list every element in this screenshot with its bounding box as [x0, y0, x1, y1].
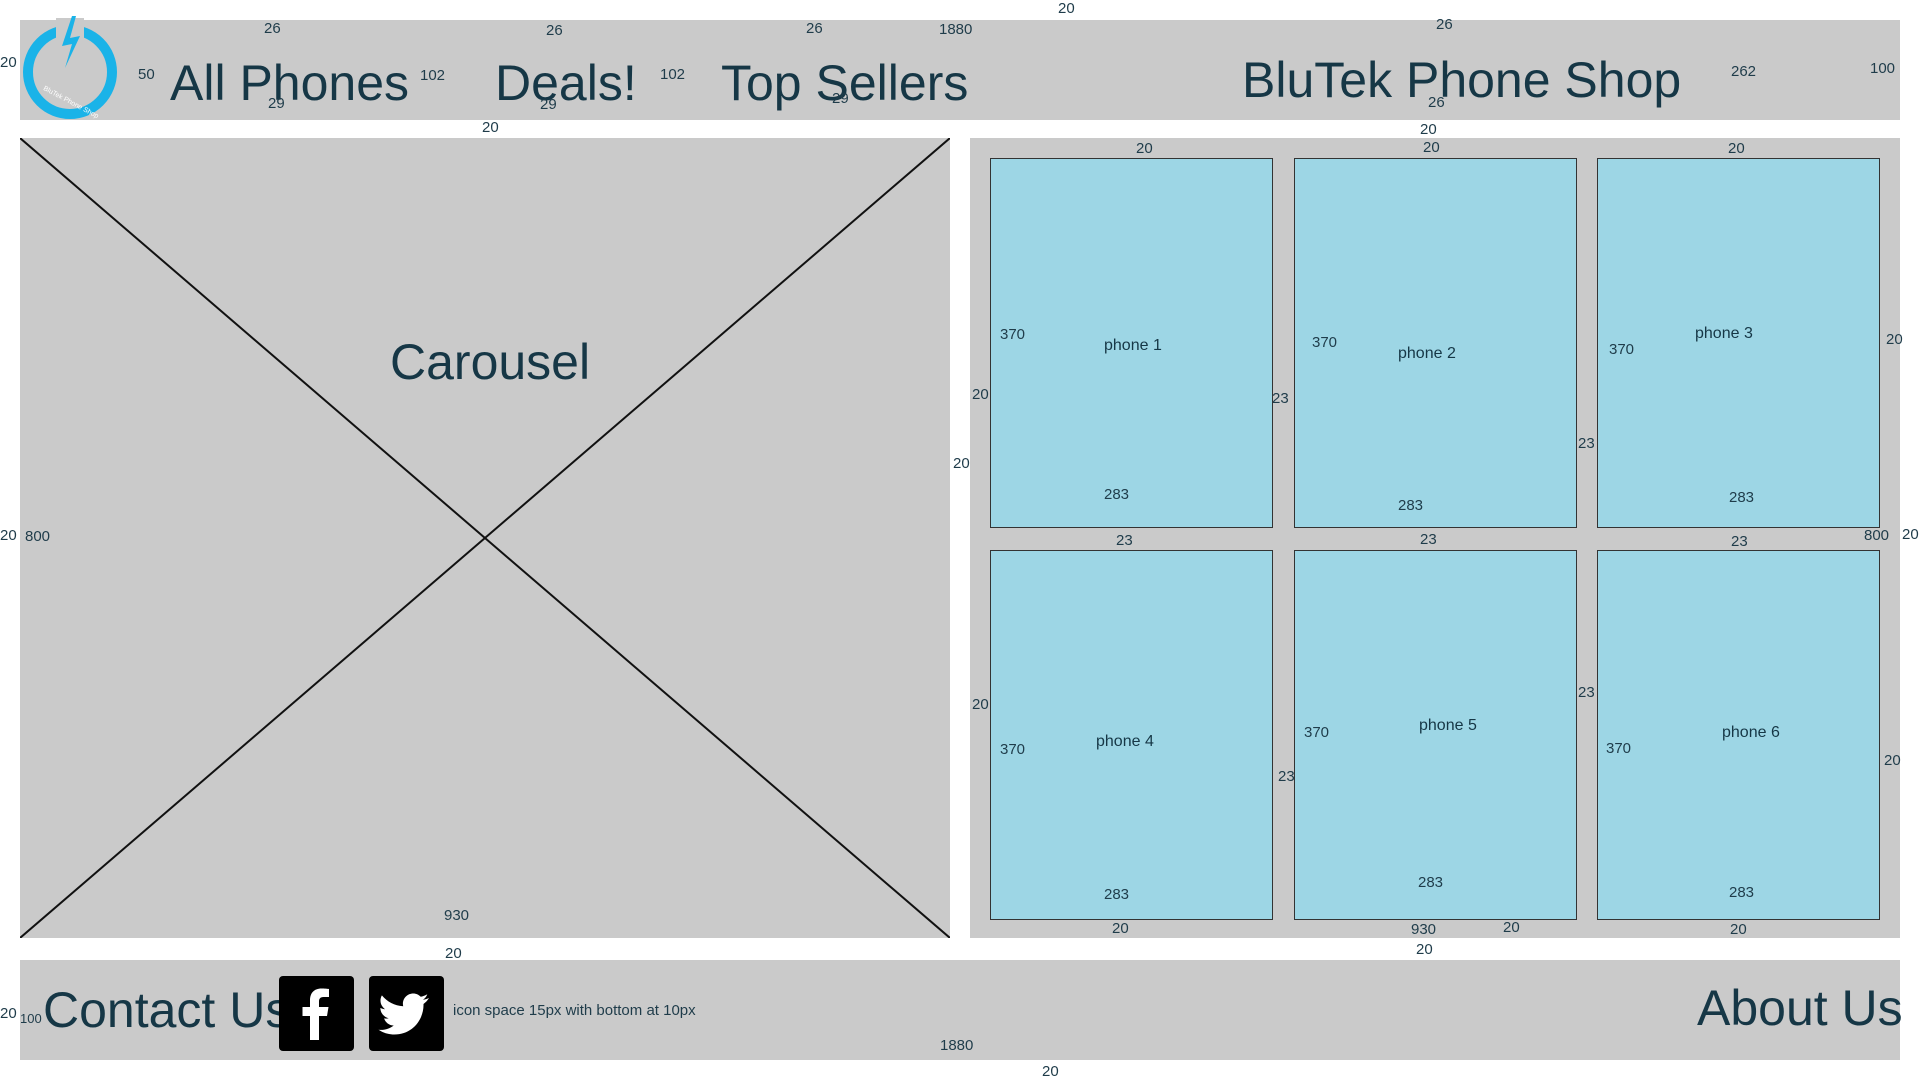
dim-page-bottom: 20 [1042, 1063, 1059, 1080]
twitter-icon [378, 993, 429, 1035]
dim-page-top: 20 [1058, 0, 1075, 17]
dim-card-width: 283 [1104, 486, 1130, 503]
phone-card-4[interactable]: phone 4 370 283 [990, 550, 1273, 920]
dim-gap-b: 102 [660, 66, 686, 83]
dim-deals-top: 26 [546, 22, 563, 39]
phone-card-6[interactable]: phone 6 370 283 [1597, 550, 1880, 920]
dim-grid-left-row2: 20 [972, 696, 989, 713]
dim-row-gap-2: 23 [1420, 531, 1437, 548]
dim-grid-right-row1: 20 [1886, 331, 1903, 348]
power-bolt-icon: BluTek Phone Shop [23, 16, 117, 120]
phone-card-label: phone 6 [1722, 724, 1780, 741]
dim-card-height: 370 [1000, 326, 1026, 343]
shop-title: BluTek Phone Shop [1242, 52, 1682, 108]
dim-col-gap-row1-b: 23 [1578, 435, 1595, 452]
dim-col-gap-row2-a: 23 [1278, 768, 1295, 785]
dim-title-bottom: 26 [1428, 94, 1445, 111]
dim-carousel-left: 20 [0, 527, 17, 544]
dim-carousel-height: 800 [25, 528, 51, 545]
dim-card-height: 370 [1606, 740, 1632, 757]
phone-card-label: phone 3 [1695, 325, 1753, 342]
dim-row-gap-3: 23 [1731, 533, 1748, 550]
dim-grid-bottom-gap: 20 [1416, 941, 1433, 958]
nav-deals[interactable]: Deals! [495, 53, 637, 113]
dim-grid-top-2: 20 [1423, 139, 1440, 156]
dim-grid-bottom-2: 20 [1503, 919, 1520, 936]
dim-logo-gap: 50 [138, 66, 155, 83]
phone-card-1[interactable]: phone 1 370 283 [990, 158, 1273, 528]
icon-spacing-note: icon space 15px with bottom at 10px [453, 1002, 696, 1019]
dim-row-gap-1: 23 [1116, 532, 1133, 549]
dim-grid-top-1: 20 [1136, 140, 1153, 157]
dim-footer-left: 20 [0, 1005, 17, 1022]
dim-topsellers-top: 26 [806, 20, 823, 37]
phone-card-label: phone 4 [1096, 733, 1154, 750]
dim-grid-width: 930 [1411, 921, 1437, 938]
dim-card-height: 370 [1000, 741, 1026, 758]
nav-all-phones[interactable]: All Phones [170, 53, 409, 113]
dim-grid-right-row2: 20 [1884, 752, 1901, 769]
dim-header-gap-left: 20 [482, 119, 499, 136]
dim-card-height: 370 [1304, 724, 1330, 741]
dim-header-gap-right: 20 [1420, 121, 1437, 138]
dim-header-width: 1880 [939, 21, 973, 38]
dim-card-width: 283 [1729, 884, 1755, 901]
dim-card-width: 283 [1104, 886, 1130, 903]
dim-topsellers-bottom: 29 [832, 90, 849, 107]
dim-grid-bottom-3: 20 [1730, 921, 1747, 938]
dim-card-width: 283 [1398, 497, 1424, 514]
dim-card-height: 370 [1312, 334, 1338, 351]
about-us-link[interactable]: About Us [1697, 978, 1903, 1038]
dim-allphones-top: 26 [264, 20, 281, 37]
dim-grid-outer-right: 20 [1902, 526, 1919, 543]
phone-card-label: phone 5 [1419, 717, 1477, 734]
phone-card-3[interactable]: phone 3 370 283 [1597, 158, 1880, 528]
dim-grid-left-row1: 20 [972, 386, 989, 403]
dim-footer-height: 100 [20, 1011, 42, 1026]
carousel[interactable]: Carousel [20, 138, 950, 938]
dim-card-height: 370 [1609, 341, 1635, 358]
dim-title-right: 262 [1731, 63, 1757, 80]
phone-card-label: phone 1 [1104, 337, 1162, 354]
logo[interactable]: BluTek Phone Shop [20, 16, 120, 120]
dim-footer-width: 1880 [940, 1037, 974, 1054]
dim-card-width: 283 [1729, 489, 1755, 506]
dim-deals-bottom: 29 [540, 96, 557, 113]
dim-grid-top-3: 20 [1728, 140, 1745, 157]
dim-grid-bottom-1: 20 [1112, 920, 1129, 937]
dim-col-gap-row1-a: 23 [1272, 390, 1289, 407]
dim-title-top: 26 [1436, 16, 1453, 33]
phone-card-label: phone 2 [1398, 345, 1456, 362]
twitter-link[interactable] [369, 976, 444, 1051]
contact-us-link[interactable]: Contact Us [43, 980, 290, 1040]
dim-middle-gap: 20 [953, 455, 970, 472]
facebook-icon [302, 988, 329, 1040]
phone-card-2[interactable]: phone 2 370 283 [1294, 158, 1577, 528]
dim-carousel-width: 930 [444, 907, 470, 924]
phone-card-5[interactable]: phone 5 370 283 [1294, 550, 1577, 920]
image-placeholder-icon [20, 138, 950, 938]
dim-header-height: 100 [1870, 60, 1896, 77]
dim-gap-a: 102 [420, 67, 446, 84]
dim-grid-height: 800 [1864, 527, 1890, 544]
dim-card-width: 283 [1418, 874, 1444, 891]
dim-header-left: 20 [0, 54, 17, 71]
dim-col-gap-row2-b: 23 [1578, 684, 1595, 701]
carousel-label: Carousel [390, 334, 591, 390]
facebook-link[interactable] [279, 976, 354, 1051]
dim-allphones-bottom: 29 [268, 95, 285, 112]
